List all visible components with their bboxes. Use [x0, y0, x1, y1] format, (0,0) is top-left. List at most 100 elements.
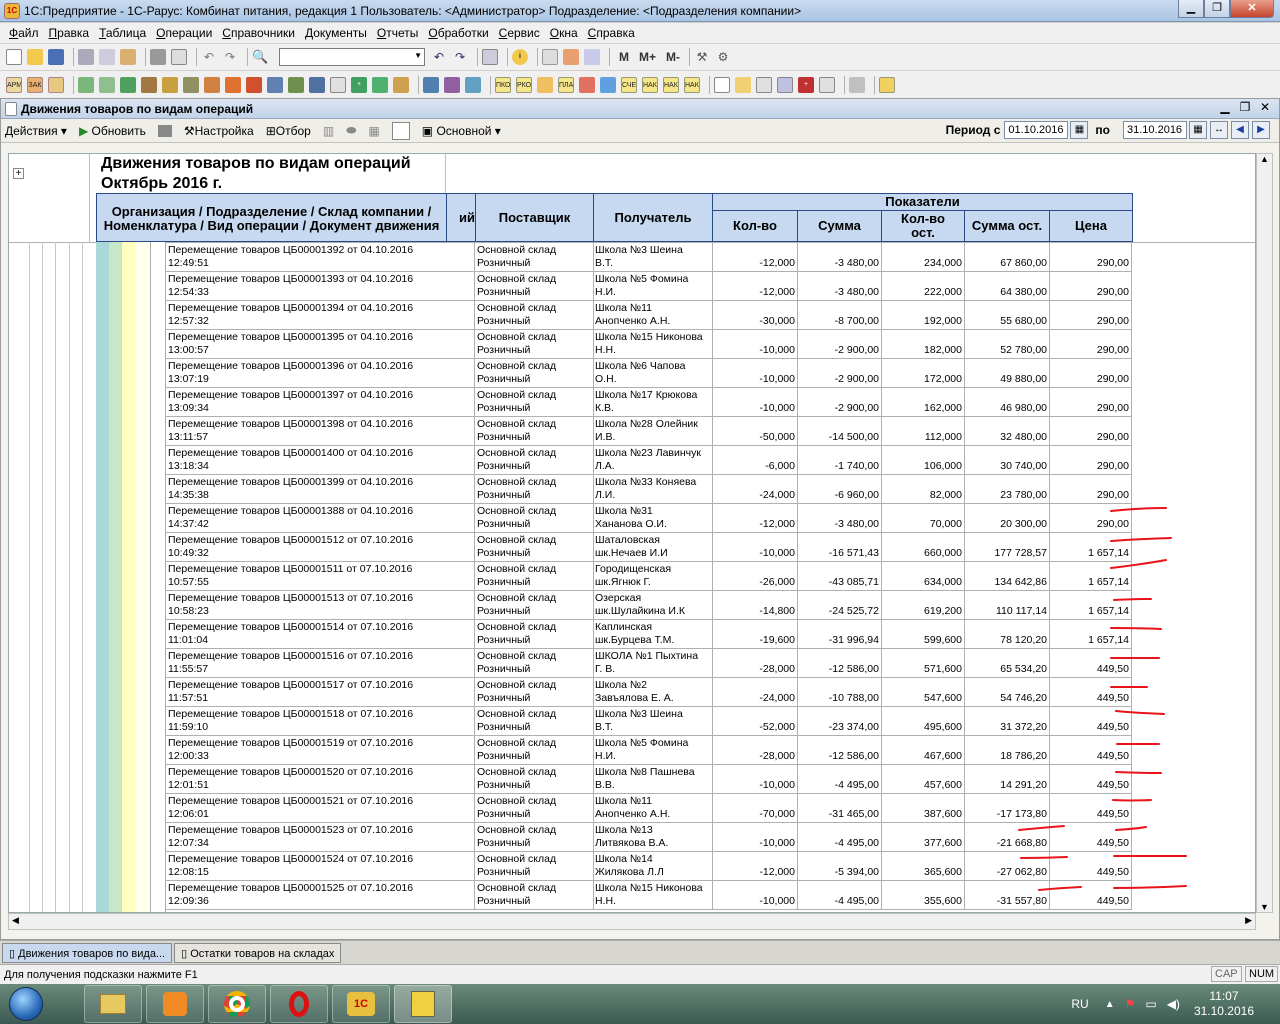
- sum-rest-cell[interactable]: 65 534,20: [964, 649, 1050, 678]
- print-preview-icon[interactable]: [171, 49, 187, 65]
- receiver-cell[interactable]: Школа №13 Литвякова В.А.: [593, 823, 713, 852]
- qty-cell[interactable]: -10,000: [712, 359, 798, 388]
- grid-icon[interactable]: ▦: [368, 124, 379, 138]
- qty-rest-cell[interactable]: 222,000: [881, 272, 965, 301]
- sum-rest-cell[interactable]: -27 062,80: [964, 852, 1050, 881]
- sum-rest-cell[interactable]: -31 557,80: [964, 881, 1050, 910]
- price-cell[interactable]: 290,00: [1049, 301, 1132, 330]
- table-row[interactable]: Перемещение товаров ЦБ00001512 от 07.10.…: [166, 533, 1132, 562]
- qty-rest-cell[interactable]: 162,000: [881, 388, 965, 417]
- restore-icon[interactable]: ❐: [1235, 100, 1255, 114]
- supplier-cell[interactable]: Основной склад Розничный: [475, 417, 594, 446]
- sum-cell[interactable]: -4 495,00: [797, 765, 882, 794]
- sum-cell[interactable]: -12 586,00: [797, 736, 882, 765]
- sum-rest-cell[interactable]: 54 746,20: [964, 678, 1050, 707]
- menu-planning-icon[interactable]: [48, 77, 64, 93]
- redo-icon[interactable]: ↷: [222, 49, 238, 65]
- qty-rest-cell[interactable]: 547,600: [881, 678, 965, 707]
- document-cell[interactable]: Перемещение товаров ЦБ00001397 от 04.10.…: [166, 388, 475, 417]
- scroll-right-icon[interactable]: ▶: [1245, 915, 1252, 926]
- document-cell[interactable]: Перемещение товаров ЦБ00001517 от 07.10.…: [166, 678, 475, 707]
- document-cell[interactable]: Перемещение товаров ЦБ00001521 от 07.10.…: [166, 794, 475, 823]
- receiver-cell[interactable]: Школа №8 Пашнева В.В.: [593, 765, 713, 794]
- sum-rest-cell[interactable]: 177 728,57: [964, 533, 1050, 562]
- qty-rest-cell[interactable]: 70,000: [881, 504, 965, 533]
- scroll-left-icon[interactable]: ◀: [12, 915, 19, 926]
- register-icon[interactable]: [777, 77, 793, 93]
- qty-cell[interactable]: -70,000: [712, 794, 798, 823]
- price-cell[interactable]: 290,00: [1049, 330, 1132, 359]
- qty-cell[interactable]: -10,000: [712, 881, 798, 910]
- sum-rest-cell[interactable]: 32 480,00: [964, 417, 1050, 446]
- people-icon[interactable]: [309, 77, 325, 93]
- price-cell[interactable]: 290,00: [1049, 446, 1132, 475]
- qty-cell[interactable]: -12,000: [712, 504, 798, 533]
- document-cell[interactable]: Перемещение товаров ЦБ00001520 от 07.10.…: [166, 765, 475, 794]
- calculation-icon[interactable]: [183, 77, 199, 93]
- menu-file[interactable]: Файл: [4, 26, 44, 40]
- windows-icon[interactable]: [482, 49, 498, 65]
- hands-icon[interactable]: [735, 77, 751, 93]
- contracts-icon[interactable]: [288, 77, 304, 93]
- sum-cell[interactable]: -24 525,72: [797, 591, 882, 620]
- qty-rest-cell[interactable]: 234,000: [881, 243, 965, 272]
- 1c-taskbar-icon[interactable]: 1С: [332, 985, 390, 1023]
- document-cell[interactable]: Перемещение товаров ЦБ00001518 от 07.10.…: [166, 707, 475, 736]
- table-row[interactable]: Перемещение товаров ЦБ00001518 от 07.10.…: [166, 707, 1132, 736]
- supplier-cell[interactable]: Основной склад Розничный: [475, 591, 594, 620]
- qty-cell[interactable]: -10,000: [712, 388, 798, 417]
- supplier-cell[interactable]: Основной склад Розничный: [475, 359, 594, 388]
- page-icon[interactable]: [391, 121, 410, 140]
- supplier-cell[interactable]: Основной склад Розничный: [475, 446, 594, 475]
- qty-cell[interactable]: -12,000: [712, 272, 798, 301]
- table-row[interactable]: Перемещение товаров ЦБ00001524 от 07.10.…: [166, 852, 1132, 881]
- order-icon[interactable]: ЗАК: [27, 77, 43, 93]
- rko-icon[interactable]: РКО: [516, 77, 532, 93]
- receiver-cell[interactable]: Школа №15 Никонова Н.Н.: [593, 330, 713, 359]
- report-sheet[interactable]: + Движения товаров по видам операций Октя…: [8, 153, 1256, 913]
- find-next-icon[interactable]: ↷: [452, 49, 468, 65]
- price-cell[interactable]: 449,50: [1049, 881, 1132, 910]
- menu-documents[interactable]: Документы: [300, 26, 372, 40]
- goods-icon[interactable]: [120, 77, 136, 93]
- qty-rest-cell[interactable]: 112,000: [881, 417, 965, 446]
- supplier-cell[interactable]: Основной склад Розничный: [475, 794, 594, 823]
- price-cell[interactable]: 290,00: [1049, 475, 1132, 504]
- sum-cell[interactable]: -1 740,00: [797, 446, 882, 475]
- receiver-cell[interactable]: Школа №28 Олейник И.В.: [593, 417, 713, 446]
- qty-rest-cell[interactable]: 619,200: [881, 591, 965, 620]
- supplier-cell[interactable]: Основной склад Розничный: [475, 823, 594, 852]
- receiver-cell[interactable]: Озерская шк.Шулайкина И.К: [593, 591, 713, 620]
- qty-cell[interactable]: -10,000: [712, 823, 798, 852]
- qty-rest-cell[interactable]: 457,600: [881, 765, 965, 794]
- sum-cell[interactable]: -8 700,00: [797, 301, 882, 330]
- table-row[interactable]: Перемещение товаров ЦБ00001519 от 07.10.…: [166, 736, 1132, 765]
- price-cell[interactable]: 449,50: [1049, 852, 1132, 881]
- receiver-cell[interactable]: Школа №6 Чапова О.Н.: [593, 359, 713, 388]
- menu-service[interactable]: Сервис: [494, 26, 545, 40]
- document-cell[interactable]: Перемещение товаров ЦБ00001388 от 04.10.…: [166, 504, 475, 533]
- scroll-down-icon[interactable]: ▼: [1257, 902, 1272, 912]
- document-cell[interactable]: Перемещение товаров ЦБ00001511 от 07.10.…: [166, 562, 475, 591]
- ledger-icon[interactable]: [756, 77, 772, 93]
- sum-cell[interactable]: -2 900,00: [797, 330, 882, 359]
- menu-operations[interactable]: Операции: [151, 26, 217, 40]
- sum-rest-cell[interactable]: -17 173,80: [964, 794, 1050, 823]
- chart-icon[interactable]: ▥: [323, 124, 334, 138]
- vertical-scrollbar[interactable]: ▲ ▼: [1256, 153, 1273, 913]
- calculator-icon[interactable]: [542, 49, 558, 65]
- print-icon[interactable]: [157, 124, 172, 137]
- price-cell[interactable]: 449,50: [1049, 678, 1132, 707]
- receiver-cell[interactable]: Шаталовская шк.Нечаев И.И: [593, 533, 713, 562]
- sum-rest-cell[interactable]: 46 980,00: [964, 388, 1050, 417]
- supplier-cell[interactable]: Основной склад Розничный: [475, 765, 594, 794]
- table-row[interactable]: Перемещение товаров ЦБ00001395 от 04.10.…: [166, 330, 1132, 359]
- payment-icon[interactable]: ПЛАТ: [558, 77, 574, 93]
- waybill-in-icon[interactable]: НАКЛ: [642, 77, 658, 93]
- sum-cell[interactable]: -3 480,00: [797, 504, 882, 533]
- add-green-icon[interactable]: +: [351, 77, 367, 93]
- sum-cell[interactable]: -3 480,00: [797, 243, 882, 272]
- qty-rest-cell[interactable]: 106,000: [881, 446, 965, 475]
- supplier-cell[interactable]: Основной склад Розничный: [475, 678, 594, 707]
- menu-table[interactable]: Таблица: [94, 26, 151, 40]
